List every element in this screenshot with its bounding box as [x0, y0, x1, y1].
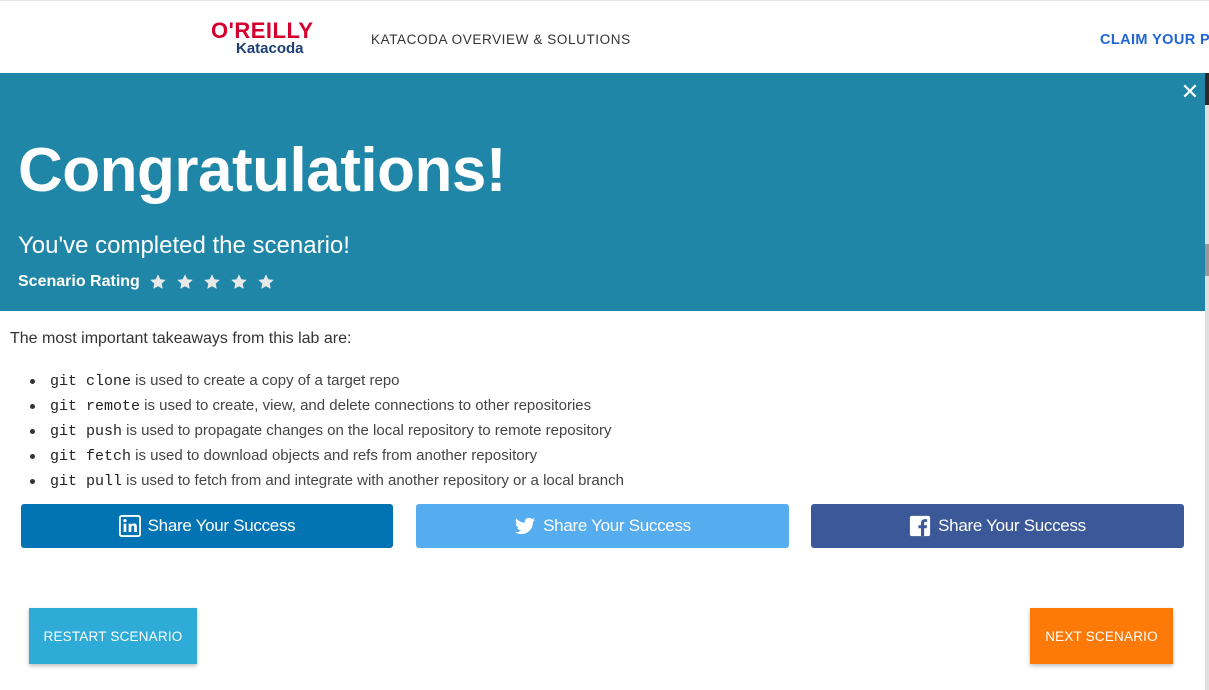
- nav-katacoda-overview-link[interactable]: KATACODA OVERVIEW & SOLUTIONS: [371, 32, 631, 48]
- star-icon-1[interactable]: [149, 273, 167, 291]
- star-icon-5[interactable]: [257, 273, 275, 291]
- command-description: is used to download objects and refs fro…: [131, 447, 538, 464]
- share-linkedin-button[interactable]: Share Your Success: [21, 504, 393, 548]
- command-description: is used to create a copy of a target rep…: [131, 372, 400, 389]
- rating-label: Scenario Rating: [18, 273, 140, 290]
- oreilly-katacoda-logo[interactable]: O'REILLY Katacoda: [211, 19, 323, 61]
- command-description: is used to create, view, and delete conn…: [140, 397, 592, 414]
- share-facebook-button[interactable]: Share Your Success: [811, 504, 1184, 548]
- top-navbar: O'REILLY Katacoda KATACODA OVERVIEW & SO…: [0, 0, 1209, 73]
- logo-sub-text: Katacoda: [236, 40, 304, 57]
- completion-subtitle: You've completed the scenario!: [18, 232, 350, 259]
- command-description: is used to fetch from and integrate with…: [122, 472, 624, 489]
- twitter-icon: [514, 515, 536, 537]
- scrollbar-track[interactable]: [1205, 73, 1209, 690]
- next-scenario-button[interactable]: NEXT SCENARIO: [1030, 608, 1173, 664]
- star-icon-4[interactable]: [230, 273, 248, 291]
- list-item: git pull is used to fetch from and integ…: [30, 469, 624, 494]
- scrollbar-handle[interactable]: [1205, 244, 1209, 276]
- restart-scenario-button[interactable]: RESTART SCENARIO: [29, 608, 197, 664]
- close-icon[interactable]: ✕: [1180, 81, 1200, 103]
- command-code: git push: [50, 423, 123, 440]
- list-item: git clone is used to create a copy of a …: [30, 369, 624, 394]
- page-title: Congratulations!: [18, 136, 506, 205]
- command-code: git remote: [50, 398, 141, 415]
- linkedin-icon: [118, 515, 141, 537]
- takeaways-list: git clone is used to create a copy of a …: [30, 369, 624, 494]
- list-item: git push is used to propagate changes on…: [30, 419, 624, 444]
- command-description: is used to propagate changes on the loca…: [122, 422, 612, 439]
- star-icon-3[interactable]: [203, 273, 221, 291]
- facebook-icon: [909, 515, 931, 537]
- list-item: git fetch is used to download objects an…: [30, 444, 624, 469]
- share-linkedin-label: Share Your Success: [147, 516, 296, 535]
- takeaways-intro: The most important takeaways from this l…: [10, 330, 352, 347]
- scenario-rating: Scenario Rating: [18, 271, 284, 293]
- star-icon-2[interactable]: [176, 273, 194, 291]
- share-twitter-button[interactable]: Share Your Success: [416, 504, 789, 548]
- command-code: git clone: [50, 373, 132, 390]
- list-item: git remote is used to create, view, and …: [30, 394, 624, 419]
- scrollbar-thumb[interactable]: [1205, 73, 1209, 105]
- share-facebook-label: Share Your Success: [938, 516, 1086, 535]
- claim-your-profile-link[interactable]: CLAIM YOUR PR: [1100, 31, 1209, 49]
- command-code: git fetch: [50, 448, 132, 465]
- command-code: git pull: [50, 473, 123, 490]
- share-twitter-label: Share Your Success: [543, 516, 691, 535]
